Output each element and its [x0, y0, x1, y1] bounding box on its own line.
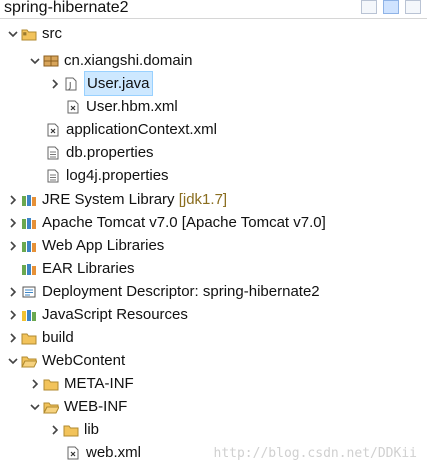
package-icon — [42, 53, 60, 69]
folder-open-icon — [20, 353, 38, 369]
watermark: http://blog.csdn.net/DDKii — [213, 446, 418, 461]
tree-item-log4j[interactable]: log4j.properties — [44, 164, 169, 187]
project-title: spring-hibernate2 — [4, 0, 129, 16]
tree-label-metainf: META-INF — [64, 375, 134, 392]
library-icon — [20, 192, 38, 208]
java-file-icon: J — [62, 76, 80, 92]
tree-label-webapp: Web App Libraries — [42, 237, 165, 254]
view-menu-icon[interactable] — [405, 0, 421, 14]
tree-label-appctx: applicationContext.xml — [66, 121, 217, 138]
svg-text:J: J — [68, 81, 71, 90]
tree-label-dbprops: db.properties — [66, 144, 154, 161]
deployment-descriptor-icon — [20, 284, 38, 300]
tree-item-package[interactable]: cn.xiangshi.domain — [28, 49, 192, 72]
chevron-down-icon[interactable] — [28, 49, 42, 72]
tree-label-webinf: WEB-INF — [64, 398, 128, 415]
tree-label-lib: lib — [84, 421, 100, 438]
link-with-editor-icon[interactable] — [383, 0, 399, 14]
chevron-down-icon[interactable] — [6, 349, 20, 372]
tree-item-jre[interactable]: JRE System Library [jdk1.7] — [6, 188, 227, 211]
tree-item-jsres[interactable]: JavaScript Resources — [6, 303, 188, 326]
tree-item-lib[interactable]: lib — [48, 418, 99, 441]
collapse-all-icon[interactable] — [361, 0, 377, 14]
folder-open-icon — [42, 399, 60, 415]
source-folder-icon — [20, 26, 38, 42]
view-top-strip: spring-hibernate2 — [0, 0, 427, 19]
tree-item-deploy[interactable]: Deployment Descriptor: spring-hibernate2 — [6, 280, 320, 303]
tree-label-deploy: Deployment Descriptor: spring-hibernate2 — [42, 283, 320, 300]
tree-item-metainf[interactable]: META-INF — [28, 372, 134, 395]
chevron-right-icon[interactable] — [6, 326, 20, 349]
folder-icon — [20, 330, 38, 346]
tree-item-appctx[interactable]: applicationContext.xml — [44, 118, 217, 141]
tree-item-user-hbm[interactable]: User.hbm.xml — [64, 95, 178, 118]
tree-label-user-java: User.java — [84, 71, 153, 96]
tree-label-ear: EAR Libraries — [42, 260, 135, 277]
chevron-right-icon[interactable] — [6, 188, 20, 211]
view-toolbar — [361, 0, 421, 14]
folder-icon — [62, 422, 80, 438]
tree-item-webapp[interactable]: Web App Libraries — [6, 234, 164, 257]
chevron-right-icon[interactable] — [48, 72, 62, 95]
chevron-right-icon[interactable] — [6, 234, 20, 257]
library-icon — [20, 238, 38, 254]
tree-label-user-hbm: User.hbm.xml — [86, 98, 178, 115]
tree-item-user-java[interactable]: J User.java — [48, 71, 153, 96]
library-icon — [20, 261, 38, 277]
chevron-right-icon[interactable] — [6, 211, 20, 234]
chevron-down-icon[interactable] — [28, 395, 42, 418]
tree-label-package: cn.xiangshi.domain — [64, 52, 193, 69]
tree-label-jsres: JavaScript Resources — [42, 306, 188, 323]
chevron-right-icon[interactable] — [28, 372, 42, 395]
properties-file-icon — [44, 168, 62, 184]
tree-label-src: src — [42, 25, 62, 42]
tree-item-ear[interactable]: EAR Libraries — [20, 257, 135, 280]
tree-item-webcontent[interactable]: WebContent — [6, 349, 125, 372]
tree-label-log4j: log4j.properties — [66, 167, 169, 184]
js-resources-icon — [20, 307, 38, 323]
tree-item-webxml[interactable]: web.xml — [64, 441, 141, 464]
tree-item-dbprops[interactable]: db.properties — [44, 141, 154, 164]
tree-item-webinf[interactable]: WEB-INF — [28, 395, 127, 418]
tree-item-src[interactable]: src — [6, 22, 62, 45]
tree-label-webcontent: WebContent — [42, 352, 126, 369]
tree-label-jre: JRE System Library [jdk1.7] — [42, 191, 228, 208]
xml-file-icon — [64, 99, 82, 115]
tree-label-tomcat: Apache Tomcat v7.0 [Apache Tomcat v7.0] — [42, 214, 326, 231]
library-icon — [20, 215, 38, 231]
tree-item-tomcat[interactable]: Apache Tomcat v7.0 [Apache Tomcat v7.0] — [6, 211, 326, 234]
folder-icon — [42, 376, 60, 392]
tree-label-build: build — [42, 329, 74, 346]
chevron-right-icon[interactable] — [6, 280, 20, 303]
chevron-down-icon[interactable] — [6, 22, 20, 45]
xml-file-icon — [44, 122, 62, 138]
chevron-right-icon[interactable] — [6, 303, 20, 326]
xml-file-icon — [64, 445, 82, 461]
chevron-right-icon[interactable] — [48, 418, 62, 441]
tree-item-build[interactable]: build — [6, 326, 74, 349]
tree-label-webxml: web.xml — [86, 444, 142, 461]
properties-file-icon — [44, 145, 62, 161]
